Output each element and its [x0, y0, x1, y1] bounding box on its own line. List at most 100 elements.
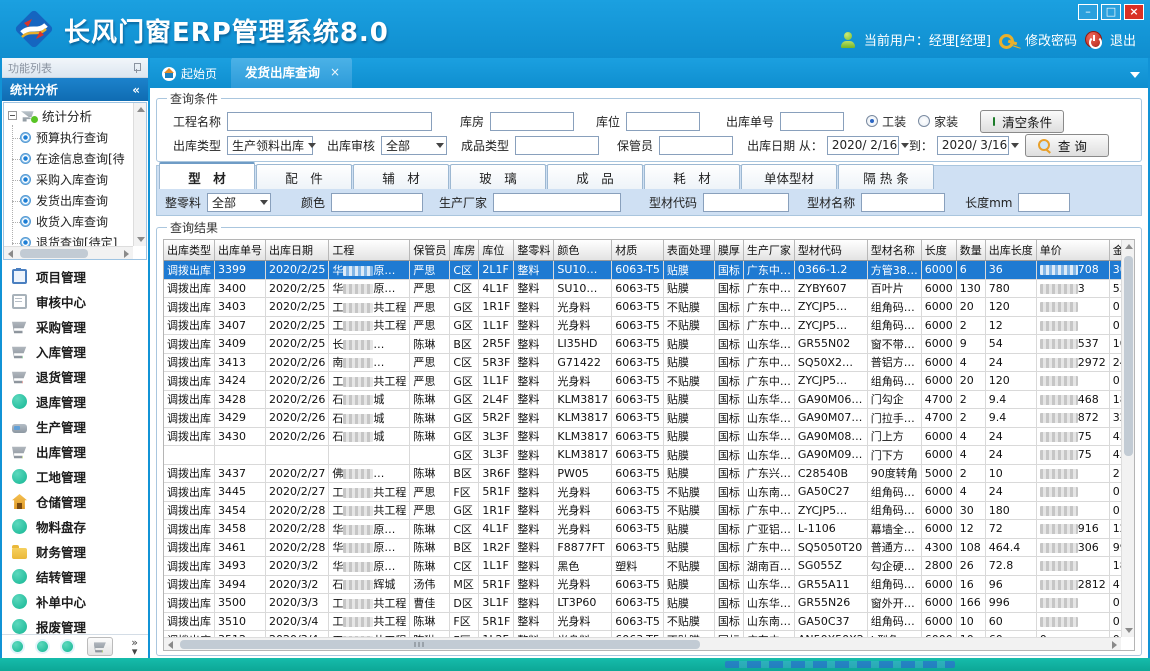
tab-list-dropdown-icon[interactable] [1130, 72, 1140, 78]
sidebar-item-财务管理[interactable]: 财务管理 [2, 539, 148, 564]
stat-section-header[interactable]: 统计分析 « [2, 78, 148, 101]
profile-name-input[interactable] [861, 193, 945, 212]
table-row[interactable]: 调拨出库34132020/2/26南…严思C区5R3F整料G714226063-… [164, 353, 1121, 372]
column-header-型材代码[interactable]: 型材代码 [794, 240, 867, 261]
out-type-select[interactable]: 生产领料出库 [227, 136, 313, 155]
table-row[interactable]: 调拨出库34932020/3/2华原…陈琳C区1L1F整料黑色塑料不贴膜国标湖南… [164, 557, 1121, 576]
maximize-button[interactable]: □ [1101, 4, 1121, 20]
length-input[interactable] [1018, 193, 1070, 212]
dot-icon[interactable] [62, 641, 73, 652]
column-header-表面处理[interactable]: 表面处理 [663, 240, 714, 261]
table-row[interactable]: 调拨出库34372020/2/27佛…陈琳B区3R6F整料PW056063-T5… [164, 464, 1121, 483]
table-row[interactable]: 调拨出库34092020/2/25长…陈琳B区2R5F整料LI35HD6063-… [164, 335, 1121, 354]
scroll-down-icon[interactable] [1125, 628, 1133, 633]
column-header-整零料[interactable]: 整零料 [514, 240, 554, 261]
audit-select[interactable]: 全部 [381, 136, 447, 155]
material-tab-辅材[interactable]: 辅 材 [353, 164, 449, 189]
sidebar-item-补单中心[interactable]: 补单中心 [2, 589, 148, 614]
date-to-select[interactable]: 2020/ 3/16 [937, 136, 1009, 155]
color-input[interactable] [331, 193, 423, 212]
industrial-radio[interactable] [866, 115, 878, 127]
dot-icon[interactable] [37, 641, 48, 652]
factory-input[interactable] [493, 193, 621, 212]
tree-item-收货入库查询[interactable]: 收货入库查询 [4, 211, 133, 232]
table-row[interactable]: 调拨出库34542020/2/28工共工程严思G区1R1F整料光身料6063-T… [164, 501, 1121, 520]
column-header-出库类型[interactable]: 出库类型 [164, 240, 215, 261]
column-header-长度[interactable]: 长度 [921, 240, 956, 261]
scroll-thumb[interactable] [1124, 256, 1133, 456]
column-header-金额[interactable]: 金额 [1109, 240, 1121, 261]
table-vertical-scrollbar[interactable] [1121, 240, 1134, 637]
change-password-link[interactable]: 修改密码 [1025, 30, 1077, 49]
table-row[interactable]: 调拨出库34582020/2/28华原…陈琳C区4L1F整料光身料6063-T5… [164, 520, 1121, 539]
table-row[interactable]: 调拨出库34242020/2/26工共工程严思G区1L1F整料光身料6063-T… [164, 372, 1121, 391]
home-radio[interactable] [918, 115, 930, 127]
material-tab-单体型材[interactable]: 单体型材 [741, 164, 837, 189]
project-name-input[interactable] [227, 112, 432, 131]
tab-close-icon[interactable]: × [330, 65, 340, 79]
tree-root[interactable]: 统计分析 [4, 103, 133, 127]
more-menu-button[interactable]: »▾ [131, 638, 138, 656]
sidebar-item-物料盘存[interactable]: 物料盘存 [2, 514, 148, 539]
sidebar-item-结转管理[interactable]: 结转管理 [2, 564, 148, 589]
dot-icon[interactable] [12, 641, 23, 652]
table-row[interactable]: 调拨出库34292020/2/26石城陈琳G区5R2F整料KLM38176063… [164, 409, 1121, 428]
sidebar-item-项目管理[interactable]: 项目管理 [2, 264, 148, 289]
material-tab-成品[interactable]: 成 品 [547, 164, 643, 189]
table-row[interactable]: 调拨出库33992020/2/25华原…严思C区2L1F整料SU10…6063-… [164, 261, 1121, 280]
date-from-select[interactable]: 2020/ 2/16 [827, 136, 899, 155]
tree-vertical-scrollbar[interactable] [133, 103, 146, 246]
scroll-up-icon[interactable] [137, 107, 145, 112]
collapse-icon[interactable]: « [132, 83, 140, 97]
scroll-down-icon[interactable] [137, 237, 145, 242]
warehouse-input[interactable] [490, 112, 574, 131]
column-header-膜厚[interactable]: 膜厚 [714, 240, 743, 261]
column-header-库位[interactable]: 库位 [479, 240, 514, 261]
material-tab-型材[interactable]: 型 材 [159, 162, 255, 189]
sidebar-item-退货管理[interactable]: 退货管理 [2, 364, 148, 389]
tree-item-在途信息查询[待[interactable]: 在途信息查询[待 [4, 148, 133, 169]
search-button[interactable]: 查 询 [1025, 134, 1109, 157]
table-row[interactable]: 调拨出库35102020/3/4工共工程陈琳F区5R1F整料光身料6063-T5… [164, 612, 1121, 631]
tree-item-退货查询[待定][interactable]: 退货查询[待定] [4, 232, 133, 246]
industrial-radio-label[interactable]: 工装 [882, 113, 906, 130]
collapse-node-icon[interactable] [8, 111, 17, 120]
table-row[interactable]: 调拨出库34002020/2/25华原…严思C区4L1F整料SU10…6063-… [164, 279, 1121, 298]
scroll-left-icon[interactable] [8, 250, 13, 258]
column-header-保管员[interactable]: 保管员 [410, 240, 450, 261]
column-header-工程[interactable]: 工程 [329, 240, 410, 261]
tree-item-采购入库查询[interactable]: 采购入库查询 [4, 169, 133, 190]
scroll-up-icon[interactable] [1125, 244, 1133, 249]
table-row[interactable]: 调拨出库34072020/2/25工共工程严思G区1L1F整料光身料6063-T… [164, 316, 1121, 335]
scroll-right-icon[interactable] [1112, 641, 1117, 649]
column-header-单价[interactable]: 单价 [1036, 240, 1109, 261]
column-header-库房[interactable]: 库房 [450, 240, 479, 261]
table-row[interactable]: 调拨出库35002020/3/3工共工程曹佳D区3L1F整料LT3P606063… [164, 594, 1121, 613]
material-tab-隔热条[interactable]: 隔 热 条 [838, 164, 934, 189]
scroll-thumb[interactable] [180, 640, 700, 649]
order-no-input[interactable] [780, 112, 844, 131]
material-tab-耗材[interactable]: 耗 材 [644, 164, 740, 189]
cart-shortcut-button[interactable] [87, 637, 113, 656]
scroll-thumb[interactable] [20, 249, 88, 258]
column-header-出库长度[interactable]: 出库长度 [985, 240, 1036, 261]
tree-horizontal-scrollbar[interactable] [4, 246, 133, 259]
minimize-button[interactable]: – [1078, 4, 1098, 20]
material-tab-配件[interactable]: 配 件 [256, 164, 352, 189]
close-button[interactable]: × [1124, 4, 1144, 20]
sidebar-item-采购管理[interactable]: 采购管理 [2, 314, 148, 339]
sidebar-item-报废管理[interactable]: 报废管理 [2, 614, 148, 634]
sidebar-item-仓储管理[interactable]: 仓储管理 [2, 489, 148, 514]
whole-piece-select[interactable]: 全部 [207, 193, 271, 212]
table-row[interactable]: 调拨出库34452020/2/27工共工程严思F区5R1F整料光身料6063-T… [164, 483, 1121, 502]
column-header-型材名称[interactable]: 型材名称 [867, 240, 921, 261]
sidebar-item-工地管理[interactable]: 工地管理 [2, 464, 148, 489]
sidebar-item-审核中心[interactable]: 审核中心 [2, 289, 148, 314]
tab-shipping-query[interactable]: 发货出库查询 × [231, 58, 352, 88]
pin-icon[interactable] [132, 63, 142, 73]
table-row[interactable]: 调拨出库34032020/2/25工共工程严思G区1R1F整料光身料6063-T… [164, 298, 1121, 317]
scroll-left-icon[interactable] [168, 641, 173, 649]
table-row[interactable]: 调拨出库34282020/2/26石城陈琳G区2L4F整料KLM38176063… [164, 390, 1121, 409]
product-type-input[interactable] [515, 136, 599, 155]
table-row[interactable]: 调拨出库34942020/3/2石辉城汤伟M区5R1F整料光身料6063-T5贴… [164, 575, 1121, 594]
